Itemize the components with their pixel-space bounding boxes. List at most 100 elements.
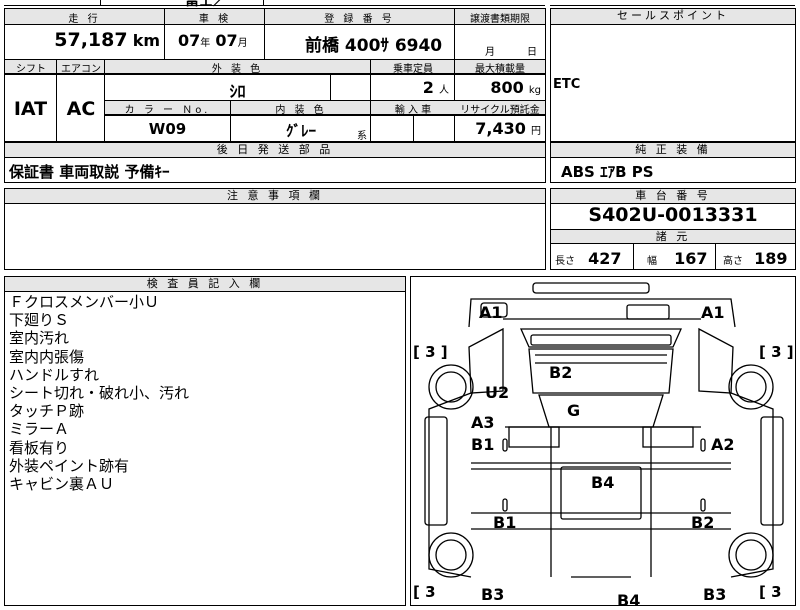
inspection-year: 07 [178,31,201,50]
interior-color-suffix: 系 [357,131,367,142]
inspector-header: 検 査 員 記 入 欄 [5,277,405,292]
mileage-value-cell: 57,187 km [5,29,164,51]
remark-line: 室内内張傷 [9,347,85,366]
remark-line: キャビン裏ＡＵ [9,475,115,494]
max-load-header: 最大積載量 [475,64,525,75]
damage-label: B2 [691,513,715,532]
capacity-value: 2 [422,78,434,97]
max-load-unit: kg [528,85,541,96]
divider [100,0,101,6]
damage-label: A1 [701,303,725,322]
notes-box: 注 意 事 項 欄 [4,188,546,270]
spec-height: 高さ 189 [723,249,788,268]
equipment-value: ABS ｴｱB PS [561,163,654,181]
color-no-header: カ ラ ー Ｎo. [124,105,211,116]
aircon-header: エアコン [61,64,101,75]
mileage-value: 57,187 [54,29,128,51]
sales-points-box: セールスポイント ETC [550,8,796,142]
bracket-label: [ 3 [413,583,436,601]
vehicle-damage-diagram: [ 3 ] [ 3 ] [ 3 [ 3 A1 A1 B2 U2 G A3 B1 … [410,276,796,610]
damage-label: B2 [549,363,573,382]
capacity-header: 乗車定員 [393,64,433,75]
shift-value: IAT [13,98,48,120]
chassis-header: 車 台 番 号 [551,189,795,204]
height-label: 高さ [723,256,743,267]
max-load-value-cell: 800 kg [455,78,545,97]
chassis-value: S402U-0013331 [588,204,758,226]
divider [550,5,795,6]
import-header: 輸 入 車 [394,105,432,116]
length-label: 長さ [555,256,575,267]
mileage-header: 走 行 [68,14,101,25]
recycle-value-cell: 7,430 円 [455,119,545,138]
bracket-label: [ 3 ] [413,343,448,361]
interior-color-header: 内 装 色 [275,105,327,116]
remark-line: ミラーＡ [9,420,70,439]
recycle-unit: 円 [531,126,541,137]
remark-line: 外装ペイント跡有 [9,456,130,475]
remark-line: タッチＰ跡 [9,402,85,421]
delivery-header: 後 日 発 送 部 品 [5,143,545,158]
remarks-list: Ｆクロスメンバー小Ｕ 下廻りＳ 室内汚れ 室内内張傷 ハンドルすれ シート切れ・… [5,293,405,493]
transfer-day-unit: 日 [527,47,537,58]
damage-label: B3 [481,585,505,604]
remark-line: 室内汚れ [9,329,70,348]
damage-label: U2 [485,383,510,402]
registration-value: 前橋 400ｻ 6940 [305,36,443,56]
interior-color-value: ｸﾞﾚｰ [285,122,316,140]
transfer-header: 譲渡書類期限 [470,14,530,25]
damage-label: B4 [617,591,641,610]
notes-header: 注 意 事 項 欄 [5,189,545,204]
delivery-parts-box: 後 日 発 送 部 品 保証書 車両取説 予備ｷｰ [4,142,546,183]
remark-line: 看板有り [9,438,70,457]
specs-header: 諸 元 [551,230,795,244]
truck-outline-svg [424,282,784,578]
aircon-value: AC [66,98,96,120]
length-value: 427 [588,249,622,268]
vehicle-info-table: 走 行 車 検 登 録 番 号 譲渡書類期限 57,187 km 07年 07月… [4,8,546,142]
capacity-unit: 人 [439,85,449,96]
spec-length: 長さ 427 [555,249,622,268]
mileage-unit: km [132,31,160,50]
damage-label: G [567,401,581,420]
remark-line: 下廻りＳ [9,311,70,330]
width-value: 167 [674,249,708,268]
shift-header: シフト [16,64,46,75]
damage-label: A1 [479,303,503,322]
delivery-value: 保証書 車両取説 予備ｷｰ [9,163,170,181]
remark-line: シート切れ・破れ小、汚れ [9,384,190,403]
transfer-month-unit: 月 [485,47,495,58]
equipment-header: 純 正 装 備 [551,143,795,158]
divider [263,0,264,6]
registration-header: 登 録 番 号 [324,14,395,25]
inspection-header: 車 検 [198,14,232,25]
max-load-value: 800 [490,78,524,97]
damage-label: B1 [471,435,495,454]
color-no-value: W09 [148,120,187,138]
recycle-value: 7,430 [475,119,526,138]
inspection-value-cell: 07年 07月 [178,31,264,50]
damage-label: B3 [703,585,727,604]
year-unit: 年 [200,38,211,49]
damage-label: A3 [471,413,495,432]
damage-label: B1 [493,513,517,532]
remark-line: ハンドルすれ [9,365,100,384]
height-value: 189 [754,249,788,268]
recycle-header: リサイクル預託金 [460,105,540,116]
remark-line: Ｆクロスメンバー小Ｕ [9,293,160,311]
exterior-color-header: 外 装 色 [211,64,264,75]
sales-points-text: ETC [553,77,581,92]
sales-points-header: セールスポイント [551,9,795,25]
width-label: 幅 [647,256,657,267]
damage-label: A2 [711,435,735,454]
month-unit: 月 [237,38,248,49]
chassis-specs-box: 車 台 番 号 S402U-0013331 諸 元 長さ 427 幅 167 高… [550,188,796,270]
bracket-label: [ 3 [759,583,782,601]
top-partial-row: 富士／ [0,0,800,9]
inspection-month: 07 [215,31,238,50]
capacity-value-cell: 2 人 [371,78,455,97]
damage-label: B4 [591,473,615,492]
bracket-label: [ 3 ] [759,343,794,361]
equipment-box: 純 正 装 備 ABS ｴｱB PS [550,142,796,183]
divider [4,5,545,6]
